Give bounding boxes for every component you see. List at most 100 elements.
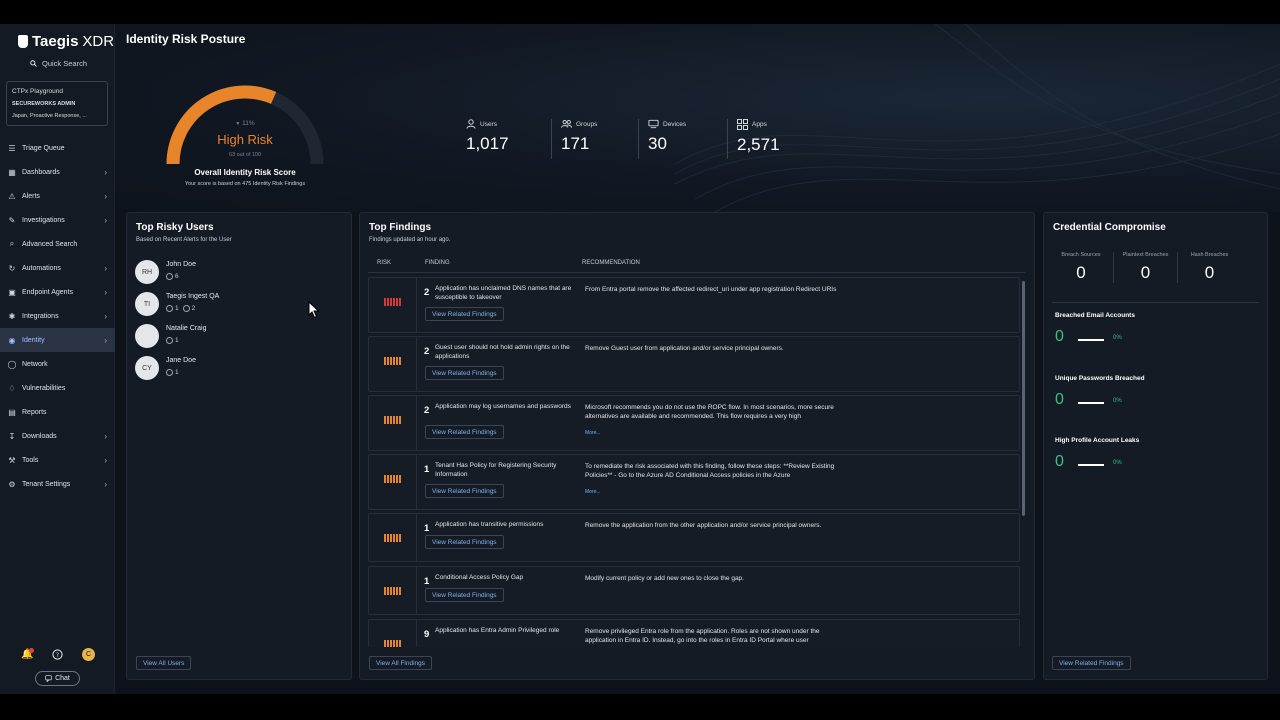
chevron-right-icon: › bbox=[104, 431, 107, 441]
user-name: John Doe bbox=[166, 261, 196, 268]
settings-icon: ⚙ bbox=[8, 479, 16, 489]
view-related-findings-button[interactable]: View Related Findings bbox=[1052, 656, 1131, 670]
quick-search-label: Quick Search bbox=[42, 59, 88, 68]
download-icon: ↧ bbox=[8, 431, 16, 441]
finding-count: 1 bbox=[424, 576, 430, 587]
column-divider bbox=[416, 396, 417, 450]
tenant-selector[interactable]: CTPx Playground SECUREWORKS ADMIN Japan,… bbox=[6, 81, 108, 126]
breached-email-label: Breached Email Accounts bbox=[1055, 312, 1135, 319]
unique-passwords-pct: 0% bbox=[1113, 398, 1122, 404]
sidebar-item-downloads[interactable]: ↧ Downloads › bbox=[0, 424, 115, 448]
view-related-findings-button[interactable]: View Related Findings bbox=[425, 366, 504, 380]
finding-row[interactable]: 2 Guest user should not hold admin right… bbox=[368, 336, 1020, 392]
stat-users[interactable]: Users 1,017 bbox=[466, 119, 509, 159]
finding-row[interactable]: 1 Conditional Access Policy Gap Modify c… bbox=[368, 566, 1020, 615]
chat-button[interactable]: Chat bbox=[35, 671, 80, 686]
view-related-findings-button[interactable]: View Related Findings bbox=[425, 535, 504, 549]
finding-row[interactable]: 9 Application has Entra Admin Privileged… bbox=[368, 619, 1020, 647]
sidebar-item-automations[interactable]: ↻ Automations › bbox=[0, 256, 115, 280]
sidebar-item-alerts[interactable]: ⚠ Alerts › bbox=[0, 184, 115, 208]
col-recommendation-header: RECOMMENDATION bbox=[582, 260, 640, 266]
stat-devices[interactable]: Devices 30 bbox=[638, 119, 686, 159]
help-icon[interactable]: ? bbox=[52, 649, 63, 660]
avatar: RH bbox=[135, 260, 159, 284]
finding-count: 1 bbox=[424, 464, 430, 475]
sidebar-item-dashboards[interactable]: ▦ Dashboards › bbox=[0, 160, 115, 184]
quick-search[interactable]: Quick Search bbox=[30, 59, 87, 68]
finding-row[interactable]: 2 Application has unclaimed DNS names th… bbox=[368, 277, 1020, 333]
finding-row[interactable]: 1 Application has transitive permissions… bbox=[368, 513, 1020, 562]
column-divider bbox=[416, 455, 417, 509]
more-link[interactable]: More... bbox=[585, 489, 601, 495]
high-profile-leaks-label: High Profile Account Leaks bbox=[1055, 437, 1140, 444]
stat-apps-label: Apps bbox=[752, 121, 767, 128]
sidebar-item-investigations[interactable]: ✎ Investigations › bbox=[0, 208, 115, 232]
finding-count: 2 bbox=[424, 405, 430, 416]
high-profile-leaks-pct: 0% bbox=[1113, 460, 1122, 466]
view-related-findings-button[interactable]: View Related Findings bbox=[425, 425, 504, 439]
alert-counts: 1 bbox=[166, 369, 179, 376]
risk-severity-bars bbox=[384, 534, 401, 542]
view-related-findings-button[interactable]: View Related Findings bbox=[425, 307, 504, 321]
finding-count: 2 bbox=[424, 346, 430, 357]
gauge-change-value: 11% bbox=[242, 120, 255, 127]
report-icon: ▤ bbox=[8, 407, 16, 417]
more-link[interactable]: More... bbox=[585, 430, 601, 436]
user-name: Jane Doe bbox=[166, 357, 196, 364]
stat-groups[interactable]: Groups 171 bbox=[551, 119, 597, 159]
stat-apps[interactable]: Apps 2,571 bbox=[727, 119, 780, 159]
risky-user-row[interactable]: Natalie Craig 1 bbox=[135, 324, 335, 354]
logo-bold: Taegis bbox=[32, 33, 79, 50]
finding-text: Application has Entra Admin Privileged r… bbox=[435, 627, 560, 634]
finding-row[interactable]: 2 Application may log usernames and pass… bbox=[368, 395, 1020, 451]
chevron-right-icon: › bbox=[104, 191, 107, 201]
sidebar-item-tenant-settings[interactable]: ⚙ Tenant Settings › bbox=[0, 472, 115, 496]
sidebar-item-advanced-search[interactable]: ⌕ Advanced Search bbox=[0, 232, 115, 256]
stat-apps-value: 2,571 bbox=[737, 135, 780, 154]
notification-bell-icon[interactable]: 🔔 bbox=[21, 648, 34, 660]
chat-icon bbox=[45, 675, 52, 682]
high-profile-account-leaks: High Profile Account Leaks 0 0% bbox=[1055, 437, 1140, 470]
sidebar-item-label: Network bbox=[22, 360, 48, 368]
sidebar-item-vulnerabilities[interactable]: ♢ Vulnerabilities bbox=[0, 376, 115, 400]
user-icon bbox=[466, 119, 476, 129]
risky-user-row[interactable]: RH John Doe 6 bbox=[135, 260, 335, 290]
alert-count-secondary: 2 bbox=[183, 305, 196, 312]
hash-breaches-label: Hash Breaches bbox=[1190, 252, 1229, 258]
identity-icon: ◉ bbox=[8, 335, 16, 345]
sidebar-item-reports[interactable]: ▤ Reports bbox=[0, 400, 115, 424]
findings-scrollbar[interactable] bbox=[1022, 281, 1025, 516]
sidebar-item-label: Triage Queue bbox=[22, 144, 65, 152]
risk-score-title: Overall Identity Risk Score bbox=[194, 168, 296, 177]
alert-counts: 1 bbox=[166, 337, 179, 344]
endpoint-icon: ▣ bbox=[8, 287, 16, 297]
risky-user-row[interactable]: TI Taegis Ingest QA 1 2 bbox=[135, 292, 335, 322]
risk-score-gauge: ▼ 11% High Risk 63 out of 100 Overall Id… bbox=[115, 24, 375, 212]
chat-label: Chat bbox=[55, 675, 70, 682]
breach-sources-value: 0 bbox=[1076, 263, 1086, 282]
finding-text: Application has transitive permissions bbox=[435, 521, 544, 528]
sidebar-item-tools[interactable]: ⚒ Tools › bbox=[0, 448, 115, 472]
sidebar-item-endpoint-agents[interactable]: ▣ Endpoint Agents › bbox=[0, 280, 115, 304]
view-all-findings-button[interactable]: View All Findings bbox=[369, 656, 433, 670]
sidebar-item-label: Dashboards bbox=[22, 168, 60, 176]
sidebar-item-network[interactable]: ◯ Network bbox=[0, 352, 115, 376]
tenant-org: SECUREWORKS ADMIN bbox=[12, 101, 76, 107]
sidebar-item-identity[interactable]: ◉ Identity › bbox=[0, 328, 115, 352]
findings-list: 2 Application has unclaimed DNS names th… bbox=[360, 277, 1036, 647]
user-avatar[interactable]: C bbox=[82, 648, 95, 661]
risky-user-row[interactable]: CY Jane Doe 1 bbox=[135, 356, 335, 386]
finding-count: 2 bbox=[424, 287, 430, 298]
sidebar-item-triage-queue[interactable]: ☰ Triage Queue bbox=[0, 136, 115, 160]
groups-icon bbox=[561, 120, 572, 128]
view-related-findings-button[interactable]: View Related Findings bbox=[425, 588, 504, 602]
view-all-users-button[interactable]: View All Users bbox=[136, 656, 192, 670]
avatar bbox=[135, 324, 159, 348]
sidebar-item-integrations[interactable]: ✱ Integrations › bbox=[0, 304, 115, 328]
column-divider bbox=[416, 514, 417, 561]
finding-row[interactable]: 1 Tenant Has Policy for Registering Secu… bbox=[368, 454, 1020, 510]
avatar: TI bbox=[135, 292, 159, 316]
taegis-logo[interactable]: Taegis XDR bbox=[18, 33, 114, 50]
view-related-findings-button[interactable]: View Related Findings bbox=[425, 484, 504, 498]
recommendation-text: Remove the application from the other ap… bbox=[585, 522, 822, 529]
